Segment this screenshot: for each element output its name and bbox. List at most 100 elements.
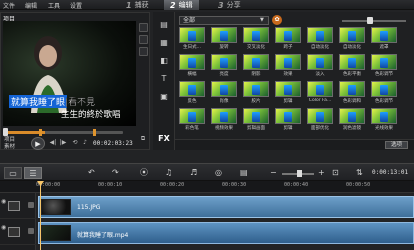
options-button[interactable]: 选项 (384, 141, 408, 149)
visibility-icon[interactable]: ◉ (1, 224, 6, 231)
effect-tile[interactable]: 自动淡化 (307, 27, 333, 51)
effect-tile[interactable]: 跨子 (275, 27, 301, 51)
effect-tile[interactable]: 彩色笔 (179, 108, 205, 132)
library-options-icon[interactable]: ✿ (272, 15, 282, 25)
step-edit[interactable]: 2 编辑 (164, 0, 199, 10)
preview-timecode[interactable]: 00:02:03:23 (93, 140, 133, 147)
effect-thumbnail (307, 81, 333, 97)
trim-start-handle[interactable] (39, 129, 42, 136)
redo-icon[interactable]: ↷ (112, 167, 119, 179)
effect-tile[interactable]: 剪辑画面 (243, 108, 269, 132)
scrub-handle[interactable] (3, 128, 8, 136)
effect-tile[interactable]: Color Fa... (307, 81, 333, 105)
timeline-clip-video[interactable]: 就算我睡了眼.mp4 (38, 222, 414, 244)
zoom-in-icon[interactable]: + (318, 167, 325, 179)
zoom-out-icon[interactable]: − (270, 167, 277, 179)
playhead-line[interactable] (40, 183, 41, 250)
effect-tile[interactable]: 剪辑 (275, 81, 301, 105)
fx-filter-icon[interactable]: FX (156, 132, 172, 146)
track-toggle-icon[interactable] (28, 202, 34, 208)
lyric-right: |看不見 (65, 98, 96, 108)
ruler-tick-label: 00:00:50 (346, 182, 371, 188)
track-toggle-icon[interactable] (28, 228, 34, 234)
clip-thumbnail (41, 199, 71, 215)
video-track-header[interactable]: ◉ (0, 195, 36, 219)
timeline-timecode[interactable]: 0:00:13:01 (372, 169, 408, 176)
preview-video[interactable]: 就算我睡了眼 |看不見 生生的終於歌唱 (3, 21, 136, 126)
effect-label: 自动淡化 (343, 45, 361, 50)
subtitle-icon[interactable]: ▤ (240, 167, 248, 179)
category-select[interactable]: 全部 (179, 16, 269, 25)
menubar: 文件 编辑 工具 设置 1 捕获 2 编辑 3 分享 (0, 0, 414, 10)
fit-timeline-icon[interactable]: ⊡ (332, 167, 339, 179)
storyboard-view-icon[interactable]: ▭ (4, 167, 22, 179)
next-frame-icon[interactable]: |▶ (59, 139, 67, 148)
graphic-icon[interactable]: ▣ (156, 90, 172, 104)
motion-track-icon[interactable]: ◎ (215, 167, 222, 179)
play-button[interactable]: ▶ (31, 137, 45, 150)
effect-tile[interactable]: 旋转 (211, 27, 237, 51)
prev-frame-icon[interactable]: ◀| (49, 139, 57, 148)
effect-label: 淡入 (315, 72, 325, 77)
copy-icon[interactable]: ⧉ (139, 135, 147, 144)
mode-project[interactable]: 项目 (4, 137, 15, 144)
snapshot-icon[interactable] (139, 35, 148, 44)
menu-file[interactable]: 文件 (3, 1, 15, 10)
effect-tile[interactable]: 光线效果 (371, 108, 397, 132)
timeline-ruler[interactable]: 00:00:00 00:00:10 00:00:20 00:00:30 00:00:40… (0, 181, 414, 193)
effect-tile[interactable]: 视频效果 (211, 108, 237, 132)
effect-tile[interactable]: 淡入 (307, 54, 333, 78)
visibility-icon[interactable]: ◉ (1, 198, 6, 205)
effect-tile[interactable]: 自动淡化 (339, 27, 365, 51)
title-icon[interactable]: T (156, 72, 172, 86)
menu-tools[interactable]: 工具 (48, 1, 60, 10)
scrub-bar[interactable] (5, 131, 123, 134)
timeline-view-icon[interactable]: ☰ (24, 167, 42, 179)
effect-tile[interactable]: 生日式... (179, 27, 205, 51)
effect-thumbnail (179, 54, 205, 70)
effect-tile[interactable]: 反色 (179, 81, 205, 105)
media-icon[interactable]: ▤ (156, 18, 172, 32)
effect-label: 色彩调节 (375, 99, 393, 104)
effect-tile[interactable]: 亮度 (211, 54, 237, 78)
step-share[interactable]: 3 分享 (212, 0, 247, 10)
effect-tile[interactable]: 阴影 (243, 54, 269, 78)
effect-tile[interactable]: 交叉淡化 (243, 27, 269, 51)
step-capture[interactable]: 1 捕获 (120, 0, 155, 10)
effect-label: Color Fa... (308, 98, 332, 103)
thumb-size-knob[interactable] (367, 17, 373, 24)
record-icon[interactable]: ⦿ (140, 167, 148, 179)
timeline-zoom-knob[interactable] (297, 170, 302, 177)
effect-tile[interactable]: 润色滤镜 (339, 108, 365, 132)
effect-tile[interactable]: 色彩调和 (339, 81, 365, 105)
transition-icon[interactable]: ◧ (156, 54, 172, 68)
settings-icon[interactable] (139, 47, 148, 56)
effect-tile[interactable]: 胶片 (243, 81, 269, 105)
effect-tile[interactable]: 色彩调节 (371, 54, 397, 78)
effect-tile[interactable]: 遮罩 (371, 27, 397, 51)
repeat-icon[interactable]: ⟲ (71, 139, 79, 148)
volume-icon[interactable]: ♪ (81, 139, 89, 148)
effect-tile[interactable]: 色彩平衡 (339, 54, 365, 78)
effect-tile[interactable]: 效果 (275, 54, 301, 78)
timeline-clip-image[interactable]: 115.JPG (38, 196, 414, 218)
effect-tile[interactable]: 剪辑 (275, 108, 301, 132)
trim-end-handle[interactable] (93, 129, 96, 136)
fullscreen-icon[interactable] (139, 23, 148, 32)
mode-clip[interactable]: 素材 (4, 144, 15, 151)
overlay-track-header[interactable]: ◉ (0, 221, 36, 245)
instant-project-icon[interactable]: ▦ (156, 36, 172, 50)
lyric-line-2: 生生的終於歌唱 (61, 110, 121, 120)
effect-tile[interactable]: 横幅 (179, 54, 205, 78)
effect-tile[interactable]: 肖像 (211, 81, 237, 105)
menu-settings[interactable]: 设置 (70, 1, 82, 10)
auto-music-icon[interactable]: ♬ (190, 167, 197, 179)
audio-mixer-icon[interactable]: ♫ (165, 167, 172, 179)
menu-edit[interactable]: 编辑 (25, 1, 37, 10)
effect-tile[interactable]: 面部优化 (307, 108, 333, 132)
undo-icon[interactable]: ↶ (88, 167, 95, 179)
thumb-size-slider[interactable] (342, 20, 406, 22)
video-editor-window: 文件 编辑 工具 设置 1 捕获 2 编辑 3 分享 项目 就算我睡了眼 |看不… (0, 0, 414, 250)
effect-thumbnail (307, 54, 333, 70)
effect-tile[interactable]: 色彩调节 (371, 81, 397, 105)
